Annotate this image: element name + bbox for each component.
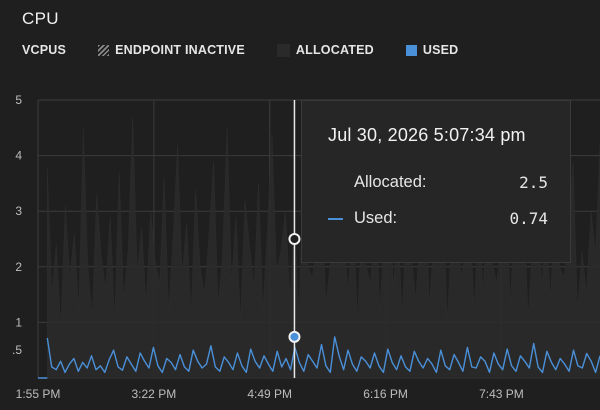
y-tick-label: 3 (15, 204, 22, 218)
used-line-icon (328, 218, 343, 220)
allocated-cursor-point (288, 233, 301, 245)
y-tick-label: 1 (15, 315, 22, 329)
x-tick-label: 1:55 PM (16, 387, 61, 401)
tooltip-label: Used: (354, 209, 398, 227)
x-tick-label: 3:22 PM (132, 387, 177, 401)
y-tick-label: 5 (15, 93, 22, 107)
x-tick-label: 7:43 PM (479, 387, 524, 401)
y-tick-label: 4 (15, 149, 22, 163)
tooltip-datetime: Jul 30, 2026 5:07:34 pm (328, 125, 526, 145)
cpu-panel: CPU VCPUS ENDPOINT INACTIVE ALLOCATED US… (0, 0, 600, 410)
tooltip-value: 2.5 (519, 173, 548, 192)
x-tick-label: 6:16 PM (363, 387, 408, 401)
x-tick-label: 4:49 PM (247, 387, 292, 401)
tooltip-value: 0.74 (509, 209, 548, 228)
y-tick-label: 2 (15, 260, 22, 274)
tooltip-label: Allocated: (354, 173, 427, 191)
y-tick-label: .5 (12, 343, 22, 357)
used-cursor-point (288, 330, 301, 343)
hover-tooltip: Jul 30, 2026 5:07:34 pm Allocated: 2.5 U… (301, 100, 571, 263)
